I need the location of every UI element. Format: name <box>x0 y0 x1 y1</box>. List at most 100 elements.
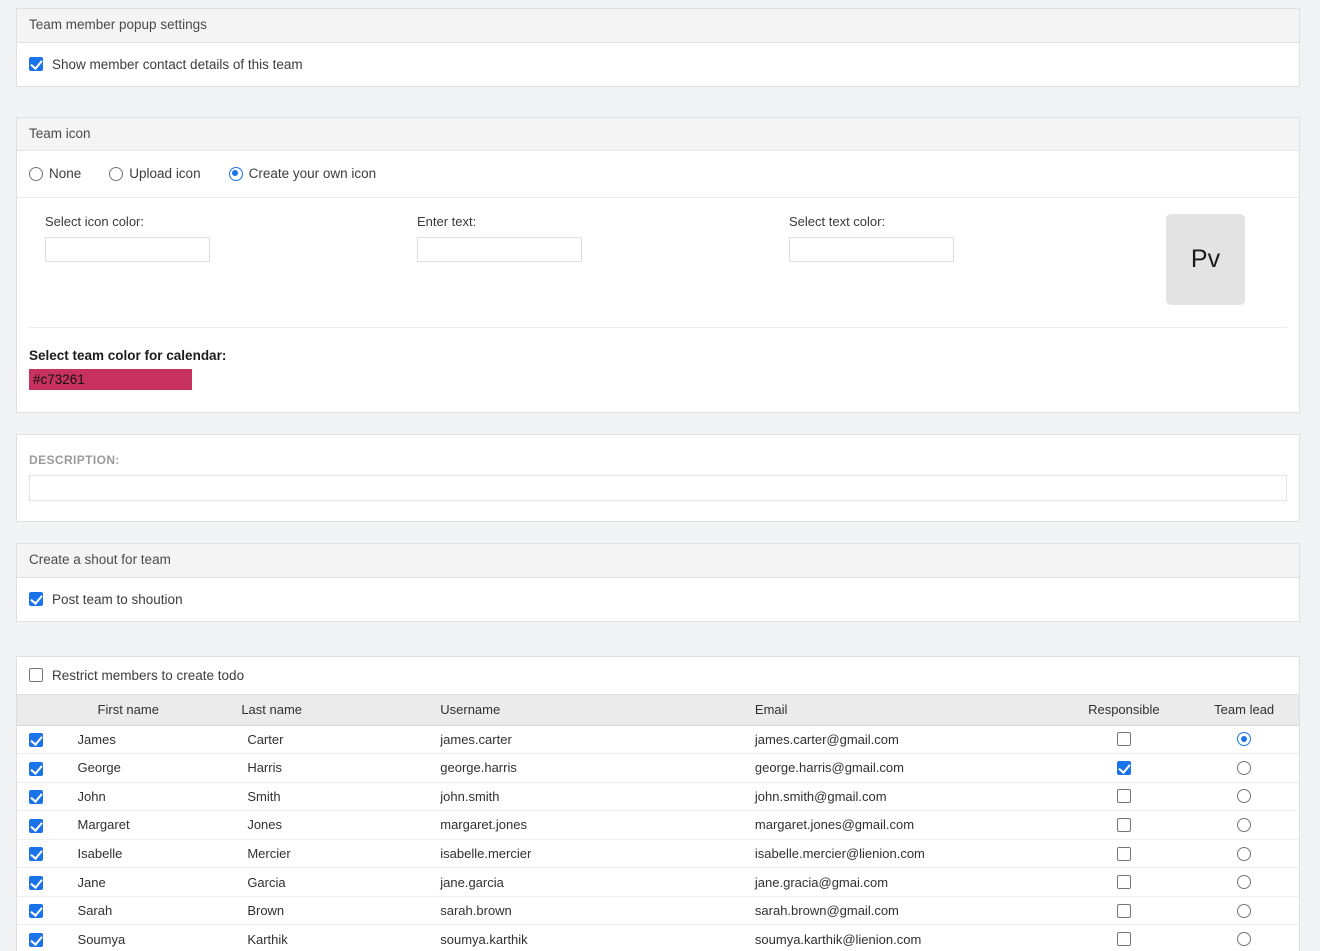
team-lead-radio[interactable] <box>1237 846 1252 861</box>
email-cell: john.smith@gmail.com <box>754 782 1059 812</box>
icon-preview-text: Pv <box>1190 245 1221 273</box>
responsible-checkbox[interactable] <box>1116 932 1131 947</box>
responsible-checkbox[interactable] <box>1116 846 1131 861</box>
show-contact-details-label[interactable]: Show member contact details of this team <box>52 57 303 72</box>
post-to-shoution-label[interactable]: Post team to shoution <box>52 592 183 607</box>
email-cell: isabelle.mercier@lienion.com <box>754 839 1059 869</box>
team-icon-create-radio[interactable] <box>228 166 243 181</box>
email-cell: jane.gracia@gmai.com <box>754 867 1059 897</box>
table-row: John Smith john.smith john.smith@gmail.com <box>17 782 1299 812</box>
team-lead-radio[interactable] <box>1237 932 1252 947</box>
icon-builder-fields: Select icon color: Enter text: Select te… <box>29 214 1287 305</box>
responsible-checkbox[interactable] <box>1116 875 1131 890</box>
team-lead-cell <box>1189 839 1299 869</box>
icon-builder: Select icon color: Enter text: Select te… <box>29 198 1287 328</box>
restrict-members-checkbox[interactable] <box>29 668 43 682</box>
team-icon-option-none[interactable]: None <box>29 166 81 181</box>
row-select-checkbox[interactable] <box>29 733 43 748</box>
team-icon-none-label[interactable]: None <box>49 166 81 181</box>
last-name-cell: Karthik <box>241 924 441 951</box>
calendar-color-swatch[interactable]: #c73261 <box>29 369 192 390</box>
post-to-shoution-checkbox[interactable] <box>29 592 43 606</box>
first-name-cell: Sarah <box>53 896 242 926</box>
row-select-cell <box>17 782 54 812</box>
show-contact-details-checkbox[interactable] <box>29 57 43 71</box>
responsible-checkbox[interactable] <box>1116 903 1131 918</box>
responsible-cell <box>1058 867 1190 897</box>
responsible-checkbox[interactable] <box>1116 732 1131 747</box>
spacer-after-shout <box>0 622 1320 656</box>
top-spacer <box>0 0 1320 8</box>
description-label: DESCRIPTION: <box>29 453 120 467</box>
shout-panel: Create a shout for team Post team to sho… <box>16 543 1300 622</box>
team-icon-panel: Team icon None Upload icon Create your o… <box>16 116 1300 413</box>
team-lead-radio[interactable] <box>1237 903 1252 918</box>
row-select-checkbox[interactable] <box>29 790 43 805</box>
team-icon-upload-radio[interactable] <box>109 166 124 181</box>
responsible-cell <box>1058 782 1190 812</box>
restrict-members-bar: Restrict members to create todo <box>16 655 1300 695</box>
calendar-color-section: Select team color for calendar: #c73261 <box>17 328 1299 412</box>
row-select-checkbox[interactable] <box>29 847 43 862</box>
table-row: George Harris george.harris george.harris@g… <box>17 753 1299 783</box>
description-input[interactable] <box>29 475 1287 501</box>
description-body: DESCRIPTION: <box>17 435 1299 521</box>
last-name-cell: Harris <box>241 753 441 783</box>
table-row: James Carter james.carter james.carter@gmai… <box>17 725 1299 755</box>
row-select-checkbox[interactable] <box>29 761 43 776</box>
responsible-checkbox[interactable] <box>1116 817 1131 832</box>
last-name-cell: Carter <box>241 725 441 755</box>
members-table-header-row: First name Last name Username Email Resp… <box>17 694 1299 726</box>
team-lead-radio[interactable] <box>1237 760 1252 775</box>
team-icon-create-label[interactable]: Create your own icon <box>249 166 377 181</box>
team-lead-cell <box>1189 867 1299 897</box>
enter-text-field: Enter text: <box>417 214 789 262</box>
row-select-cell <box>17 839 54 869</box>
username-column-header[interactable]: Username <box>440 694 755 726</box>
text-color-input[interactable] <box>789 237 954 262</box>
team-lead-column-header[interactable]: Team lead <box>1189 694 1299 726</box>
icon-color-input[interactable] <box>45 237 210 262</box>
team-icon-options-row: None Upload icon Create your own icon <box>17 151 1299 198</box>
email-column-header[interactable]: Email <box>754 694 1059 726</box>
row-select-cell <box>17 867 54 897</box>
team-icon-upload-label[interactable]: Upload icon <box>129 166 200 181</box>
row-select-checkbox[interactable] <box>29 818 43 833</box>
team-lead-radio[interactable] <box>1237 789 1252 804</box>
enter-text-input[interactable] <box>417 237 582 262</box>
responsible-checkbox[interactable] <box>1116 789 1131 804</box>
team-lead-cell <box>1189 896 1299 926</box>
icon-preview-tile: Pv <box>1166 214 1245 305</box>
responsible-column-header[interactable]: Responsible <box>1058 694 1190 726</box>
enter-text-label: Enter text: <box>417 214 477 229</box>
team-lead-cell <box>1189 782 1299 812</box>
row-select-checkbox[interactable] <box>29 904 43 919</box>
first-name-cell: Soumya <box>53 924 242 951</box>
team-icon-none-radio[interactable] <box>29 166 43 181</box>
members-table-wrap: First name Last name Username Email Resp… <box>16 694 1300 951</box>
popup-settings-header: Team member popup settings <box>17 9 1299 43</box>
last-name-column-header[interactable]: Last name <box>241 694 441 726</box>
team-lead-radio[interactable] <box>1237 817 1252 832</box>
team-lead-radio[interactable] <box>1237 732 1252 747</box>
responsible-cell <box>1058 924 1190 951</box>
row-select-cell <box>17 810 54 840</box>
restrict-members-row: Restrict members to create todo <box>29 668 1287 683</box>
restrict-members-label[interactable]: Restrict members to create todo <box>52 668 244 683</box>
team-lead-radio[interactable] <box>1237 875 1252 890</box>
icon-color-field: Select icon color: <box>45 214 417 262</box>
team-lead-cell <box>1189 753 1299 783</box>
team-icon-option-upload[interactable]: Upload icon <box>109 166 201 181</box>
username-cell: margaret.jones <box>440 810 755 840</box>
row-select-checkbox[interactable] <box>29 875 43 890</box>
username-cell: john.smith <box>440 782 755 812</box>
email-cell: george.harris@gmail.com <box>754 753 1059 783</box>
responsible-checkbox[interactable] <box>1116 760 1131 775</box>
username-cell: isabelle.mercier <box>440 839 755 869</box>
table-row: Jane Garcia jane.garcia jane.gracia@gmai.co… <box>17 867 1299 897</box>
first-name-column-header[interactable]: First name <box>53 694 242 726</box>
row-select-cell <box>17 753 54 783</box>
team-icon-option-create[interactable]: Create your own icon <box>228 166 377 181</box>
responsible-cell <box>1058 839 1190 869</box>
row-select-checkbox[interactable] <box>29 933 43 947</box>
